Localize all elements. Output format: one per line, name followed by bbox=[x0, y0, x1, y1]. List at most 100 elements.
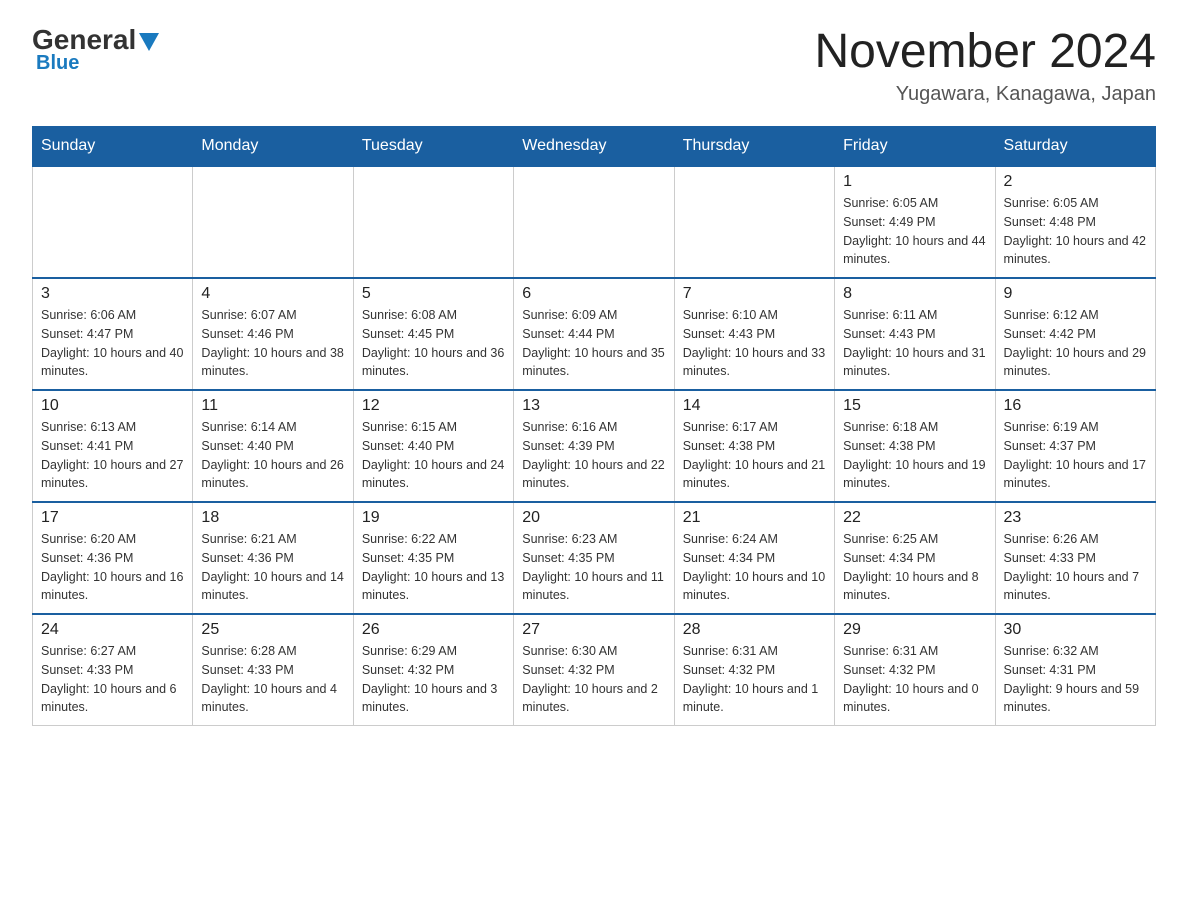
day-info: Sunrise: 6:31 AM Sunset: 4:32 PM Dayligh… bbox=[683, 642, 826, 717]
week-row-1: 1 Sunrise: 6:05 AM Sunset: 4:49 PM Daylig… bbox=[33, 166, 1156, 278]
calendar-header-sunday: Sunday bbox=[33, 127, 193, 167]
calendar-cell: 6 Sunrise: 6:09 AM Sunset: 4:44 PM Daylig… bbox=[514, 278, 674, 390]
day-info: Sunrise: 6:19 AM Sunset: 4:37 PM Dayligh… bbox=[1004, 418, 1147, 493]
day-number: 9 bbox=[1004, 285, 1147, 303]
calendar-header-row: SundayMondayTuesdayWednesdayThursdayFrid… bbox=[33, 127, 1156, 167]
calendar-cell: 30 Sunrise: 6:32 AM Sunset: 4:31 PM Dayli… bbox=[995, 614, 1155, 726]
day-info: Sunrise: 6:28 AM Sunset: 4:33 PM Dayligh… bbox=[201, 642, 344, 717]
calendar-cell bbox=[353, 166, 513, 278]
day-info: Sunrise: 6:07 AM Sunset: 4:46 PM Dayligh… bbox=[201, 306, 344, 381]
calendar-cell: 8 Sunrise: 6:11 AM Sunset: 4:43 PM Daylig… bbox=[835, 278, 995, 390]
day-number: 24 bbox=[41, 621, 184, 639]
calendar-cell: 13 Sunrise: 6:16 AM Sunset: 4:39 PM Dayli… bbox=[514, 390, 674, 502]
day-number: 26 bbox=[362, 621, 505, 639]
calendar-cell: 27Sunrise: 6:30 AM Sunset: 4:32 PM Dayli… bbox=[514, 614, 674, 726]
calendar-cell: 22Sunrise: 6:25 AM Sunset: 4:34 PM Dayli… bbox=[835, 502, 995, 614]
day-info: Sunrise: 6:26 AM Sunset: 4:33 PM Dayligh… bbox=[1004, 530, 1147, 605]
calendar-cell: 1 Sunrise: 6:05 AM Sunset: 4:49 PM Daylig… bbox=[835, 166, 995, 278]
calendar-header-friday: Friday bbox=[835, 127, 995, 167]
day-number: 20 bbox=[522, 509, 665, 527]
day-number: 16 bbox=[1004, 397, 1147, 415]
day-number: 4 bbox=[201, 285, 344, 303]
logo-triangle-icon bbox=[139, 33, 159, 51]
day-info: Sunrise: 6:29 AM Sunset: 4:32 PM Dayligh… bbox=[362, 642, 505, 717]
day-info: Sunrise: 6:11 AM Sunset: 4:43 PM Dayligh… bbox=[843, 306, 986, 381]
calendar-cell: 16 Sunrise: 6:19 AM Sunset: 4:37 PM Dayli… bbox=[995, 390, 1155, 502]
day-info: Sunrise: 6:12 AM Sunset: 4:42 PM Dayligh… bbox=[1004, 306, 1147, 381]
day-info: Sunrise: 6:22 AM Sunset: 4:35 PM Dayligh… bbox=[362, 530, 505, 605]
day-info: Sunrise: 6:05 AM Sunset: 4:48 PM Dayligh… bbox=[1004, 194, 1147, 269]
calendar-cell: 19 Sunrise: 6:22 AM Sunset: 4:35 PM Dayli… bbox=[353, 502, 513, 614]
day-info: Sunrise: 6:32 AM Sunset: 4:31 PM Dayligh… bbox=[1004, 642, 1147, 717]
day-number: 19 bbox=[362, 509, 505, 527]
day-number: 15 bbox=[843, 397, 986, 415]
day-info: Sunrise: 6:20 AM Sunset: 4:36 PM Dayligh… bbox=[41, 530, 184, 605]
calendar-cell bbox=[674, 166, 834, 278]
day-info: Sunrise: 6:16 AM Sunset: 4:39 PM Dayligh… bbox=[522, 418, 665, 493]
calendar-cell: 21 Sunrise: 6:24 AM Sunset: 4:34 PM Dayli… bbox=[674, 502, 834, 614]
day-info: Sunrise: 6:09 AM Sunset: 4:44 PM Dayligh… bbox=[522, 306, 665, 381]
day-info: Sunrise: 6:14 AM Sunset: 4:40 PM Dayligh… bbox=[201, 418, 344, 493]
day-info: Sunrise: 6:15 AM Sunset: 4:40 PM Dayligh… bbox=[362, 418, 505, 493]
calendar-header-monday: Monday bbox=[193, 127, 353, 167]
day-number: 12 bbox=[362, 397, 505, 415]
week-row-2: 3Sunrise: 6:06 AM Sunset: 4:47 PM Daylig… bbox=[33, 278, 1156, 390]
logo-blue-label: Blue bbox=[36, 52, 79, 75]
day-info: Sunrise: 6:08 AM Sunset: 4:45 PM Dayligh… bbox=[362, 306, 505, 381]
calendar-cell: 29 Sunrise: 6:31 AM Sunset: 4:32 PM Dayli… bbox=[835, 614, 995, 726]
day-number: 25 bbox=[201, 621, 344, 639]
day-info: Sunrise: 6:10 AM Sunset: 4:43 PM Dayligh… bbox=[683, 306, 826, 381]
calendar-cell: 23Sunrise: 6:26 AM Sunset: 4:33 PM Dayli… bbox=[995, 502, 1155, 614]
day-info: Sunrise: 6:24 AM Sunset: 4:34 PM Dayligh… bbox=[683, 530, 826, 605]
calendar-cell: 11 Sunrise: 6:14 AM Sunset: 4:40 PM Dayli… bbox=[193, 390, 353, 502]
day-number: 22 bbox=[843, 509, 986, 527]
calendar-cell bbox=[193, 166, 353, 278]
calendar-cell: 2 Sunrise: 6:05 AM Sunset: 4:48 PM Daylig… bbox=[995, 166, 1155, 278]
day-info: Sunrise: 6:27 AM Sunset: 4:33 PM Dayligh… bbox=[41, 642, 184, 717]
day-info: Sunrise: 6:21 AM Sunset: 4:36 PM Dayligh… bbox=[201, 530, 344, 605]
day-number: 27 bbox=[522, 621, 665, 639]
day-info: Sunrise: 6:05 AM Sunset: 4:49 PM Dayligh… bbox=[843, 194, 986, 269]
day-number: 21 bbox=[683, 509, 826, 527]
calendar-cell: 18 Sunrise: 6:21 AM Sunset: 4:36 PM Dayli… bbox=[193, 502, 353, 614]
day-number: 10 bbox=[41, 397, 184, 415]
day-number: 1 bbox=[843, 173, 986, 191]
calendar-cell: 5 Sunrise: 6:08 AM Sunset: 4:45 PM Daylig… bbox=[353, 278, 513, 390]
calendar-header-wednesday: Wednesday bbox=[514, 127, 674, 167]
calendar-cell: 28 Sunrise: 6:31 AM Sunset: 4:32 PM Dayli… bbox=[674, 614, 834, 726]
day-info: Sunrise: 6:18 AM Sunset: 4:38 PM Dayligh… bbox=[843, 418, 986, 493]
day-number: 18 bbox=[201, 509, 344, 527]
calendar-cell: 4 Sunrise: 6:07 AM Sunset: 4:46 PM Daylig… bbox=[193, 278, 353, 390]
calendar-cell bbox=[33, 166, 193, 278]
week-row-4: 17 Sunrise: 6:20 AM Sunset: 4:36 PM Dayli… bbox=[33, 502, 1156, 614]
day-number: 11 bbox=[201, 397, 344, 415]
day-number: 30 bbox=[1004, 621, 1147, 639]
calendar-cell: 20Sunrise: 6:23 AM Sunset: 4:35 PM Dayli… bbox=[514, 502, 674, 614]
calendar-cell: 9 Sunrise: 6:12 AM Sunset: 4:42 PM Daylig… bbox=[995, 278, 1155, 390]
day-number: 8 bbox=[843, 285, 986, 303]
calendar-cell: 15 Sunrise: 6:18 AM Sunset: 4:38 PM Dayli… bbox=[835, 390, 995, 502]
day-info: Sunrise: 6:17 AM Sunset: 4:38 PM Dayligh… bbox=[683, 418, 826, 493]
day-info: Sunrise: 6:31 AM Sunset: 4:32 PM Dayligh… bbox=[843, 642, 986, 717]
week-row-5: 24 Sunrise: 6:27 AM Sunset: 4:33 PM Dayli… bbox=[33, 614, 1156, 726]
day-number: 29 bbox=[843, 621, 986, 639]
calendar-header-saturday: Saturday bbox=[995, 127, 1155, 167]
day-number: 2 bbox=[1004, 173, 1147, 191]
day-number: 17 bbox=[41, 509, 184, 527]
day-number: 28 bbox=[683, 621, 826, 639]
location-label: Yugawara, Kanagawa, Japan bbox=[814, 83, 1156, 106]
calendar-cell: 3Sunrise: 6:06 AM Sunset: 4:47 PM Daylig… bbox=[33, 278, 193, 390]
day-number: 7 bbox=[683, 285, 826, 303]
day-number: 6 bbox=[522, 285, 665, 303]
day-number: 5 bbox=[362, 285, 505, 303]
page-header: General Blue November 2024 Yugawara, Kan… bbox=[32, 24, 1156, 106]
calendar-cell: 25 Sunrise: 6:28 AM Sunset: 4:33 PM Dayli… bbox=[193, 614, 353, 726]
calendar-cell: 26 Sunrise: 6:29 AM Sunset: 4:32 PM Dayli… bbox=[353, 614, 513, 726]
calendar-cell: 14Sunrise: 6:17 AM Sunset: 4:38 PM Dayli… bbox=[674, 390, 834, 502]
calendar-cell: 17 Sunrise: 6:20 AM Sunset: 4:36 PM Dayli… bbox=[33, 502, 193, 614]
day-info: Sunrise: 6:13 AM Sunset: 4:41 PM Dayligh… bbox=[41, 418, 184, 493]
calendar-cell: 10 Sunrise: 6:13 AM Sunset: 4:41 PM Dayli… bbox=[33, 390, 193, 502]
calendar-header-tuesday: Tuesday bbox=[353, 127, 513, 167]
calendar-cell: 7 Sunrise: 6:10 AM Sunset: 4:43 PM Daylig… bbox=[674, 278, 834, 390]
day-number: 13 bbox=[522, 397, 665, 415]
